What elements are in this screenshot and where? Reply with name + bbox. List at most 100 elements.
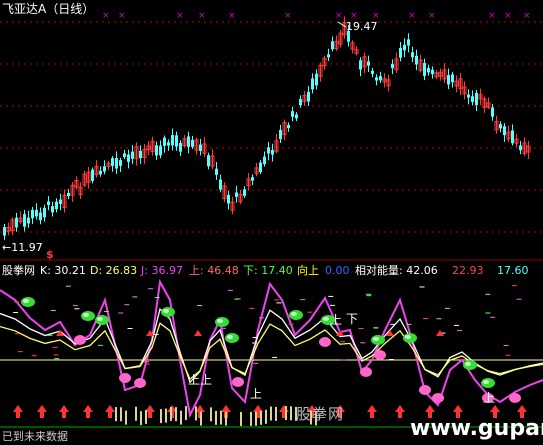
relative-energy-value: 相对能量: 42.06 [355,264,438,277]
candle-body [175,135,178,147]
candle-body [111,158,114,166]
red-arrow [59,405,69,418]
signal-highlight [163,309,169,313]
volume-bar [210,407,212,422]
candle-body [115,158,118,169]
candle-body [375,77,378,81]
signal-highlight [97,317,103,321]
candle-body [219,179,222,190]
red-arrow [13,405,23,418]
candle-body [99,170,102,175]
top-marker: × [408,11,416,21]
candle-body [243,189,246,196]
signal-pink [319,337,331,347]
marker-up-2: 上 [200,373,213,387]
candle-body [103,166,106,172]
d-line [0,322,543,381]
down-value: 下: 17.40 [243,264,293,277]
candle-body [127,154,130,162]
candle-body [291,111,294,117]
candle-body [399,47,402,58]
top-marker: × [176,11,184,21]
candle-body [259,162,262,173]
marker-up-5: 上 [483,391,496,405]
candle-body [311,78,314,90]
stock-chart-window: × × × × × × × × × × × × × × 飞亚达A（日线） 19.47 ←11.97 $ 股… [0,0,543,445]
low-price-label: ←11.97 [2,241,43,254]
signal-highlight [405,335,411,339]
candle-body [35,209,38,217]
volume-bar [145,409,147,424]
up-cross-label: 向上 [297,264,319,277]
candle-body [59,199,62,204]
marker-up-3: 上 [250,387,263,401]
candle-body [15,217,18,228]
marker-up-1: 上 [188,373,201,387]
signal-pink [232,377,244,387]
top-marker: × [228,11,236,21]
volume-bar [125,410,127,425]
candle-body [27,217,30,224]
marker-down-1: 下 [346,312,359,326]
chart-canvas[interactable]: × × × × × × × × × × × × × × [0,0,543,445]
signal-highlight [23,299,29,303]
volume-bar [215,410,217,425]
candle-body [403,44,406,51]
candle-body [43,207,46,218]
volume-bar [250,411,252,426]
candle-body [55,201,58,210]
candle-body [191,139,194,147]
signal-highlight [227,335,233,339]
candle-body [279,130,282,140]
candle-body [295,114,298,119]
j-value: J: 36.97 [141,264,183,277]
candle-body [39,212,42,221]
candle-body [123,153,126,158]
volume-bar [170,406,172,421]
red-arrow [37,405,47,418]
up-value: 上: 46.48 [189,264,239,277]
red-arrow-small [194,330,202,336]
signal-highlight [83,313,89,317]
candle-body [511,130,514,144]
candle-body [251,177,254,181]
signal-pink [374,350,386,360]
candle-body [179,142,182,152]
candle-body [199,144,202,152]
volume-bar [185,406,187,421]
volume-bar [120,407,122,422]
signal-highlight [291,312,297,316]
top-marker: × [284,11,292,21]
candle-body [371,70,374,74]
red-arrow [395,405,405,418]
candle-body [263,156,266,165]
top-marker: × [428,11,436,21]
candle-body [411,52,414,58]
candle-body [207,155,210,167]
signal-pink [134,378,146,388]
candle-body [471,96,474,102]
candle-body [119,160,122,166]
volume-bar [160,409,162,424]
candle-body [431,69,434,75]
marker-up-4: 上 [330,313,343,327]
candle-body [467,94,470,98]
candle-body [327,54,330,58]
top-marker: × [335,11,343,21]
watermark: 股拳网 [296,405,345,423]
site-watermark: www.gupang.com [410,416,543,441]
signal-highlight [465,362,471,366]
red-arrow [367,405,377,418]
candle-body [51,206,54,213]
candle-body [227,194,230,204]
candle-body [407,39,410,46]
signal-highlight [373,337,379,341]
volume-bar [240,411,242,426]
volume-bar [260,410,262,425]
candle-body [503,126,506,136]
volume-bar [115,407,117,422]
candle-body [499,124,502,129]
candle-body [267,147,270,154]
candle-body [171,135,174,146]
value-1: 22.93 [452,264,484,277]
